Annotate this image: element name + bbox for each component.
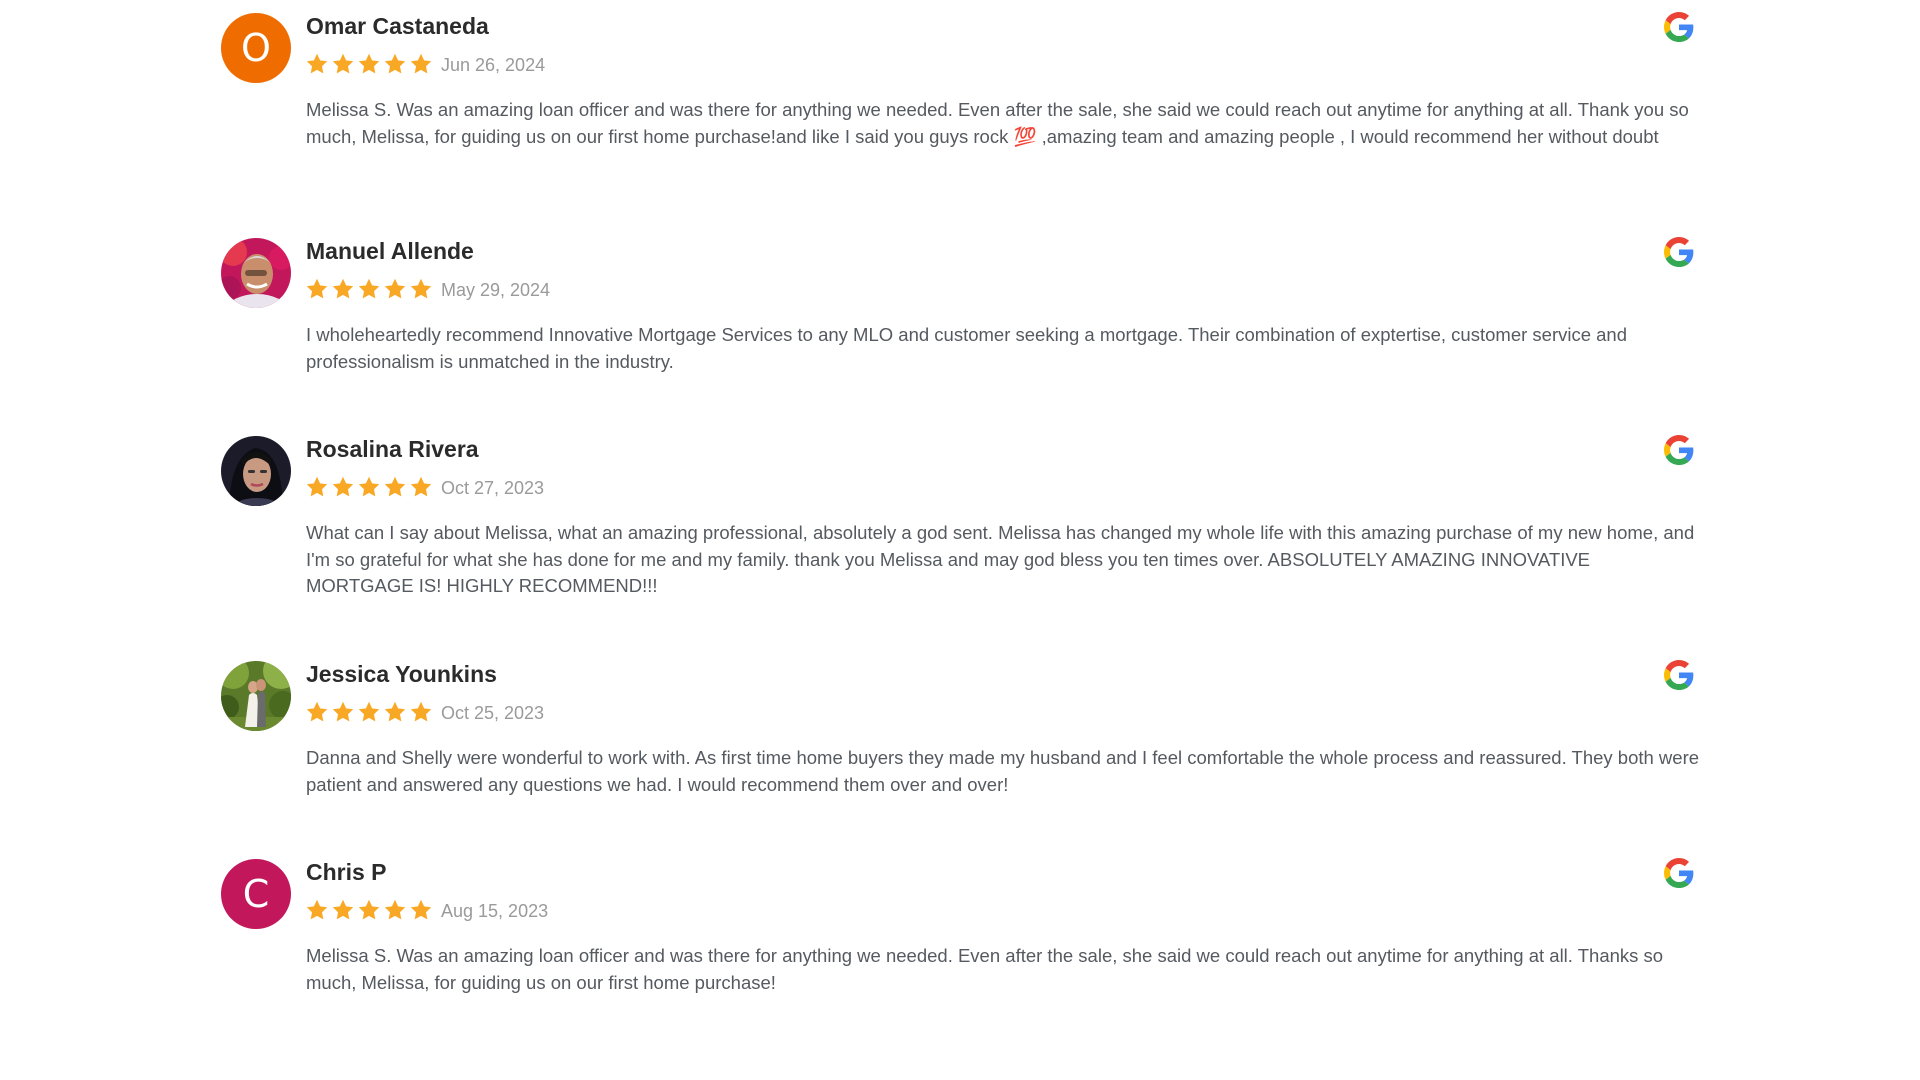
- star-icon: [409, 898, 435, 922]
- avatar-initial: O: [221, 13, 291, 83]
- google-g-icon[interactable]: [1664, 12, 1694, 42]
- avatar-initial-letter: C: [242, 872, 270, 916]
- avatar-photo: [221, 661, 291, 731]
- star-icon: [331, 898, 357, 922]
- google-g-icon[interactable]: [1664, 858, 1694, 888]
- google-g-icon[interactable]: [1664, 435, 1694, 465]
- avatar-photo: [221, 238, 291, 308]
- reviewer-name[interactable]: Chris P: [306, 859, 387, 886]
- star-icon: [305, 52, 331, 76]
- star-icon: [305, 277, 331, 301]
- star-rating: [305, 277, 435, 301]
- star-icon: [357, 700, 383, 724]
- star-icon: [357, 475, 383, 499]
- star-icon: [409, 700, 435, 724]
- star-icon: [383, 898, 409, 922]
- review-text: Melissa S. Was an amazing loan officer a…: [306, 99, 1689, 147]
- reviewer-name[interactable]: Manuel Allende: [306, 238, 474, 265]
- star-icon: [305, 700, 331, 724]
- avatar-photo: [221, 436, 291, 506]
- star-icon: [331, 277, 357, 301]
- google-g-icon[interactable]: [1664, 660, 1694, 690]
- review-text: I wholeheartedly recommend Innovative Mo…: [306, 324, 1628, 372]
- star-icon: [357, 277, 383, 301]
- star-icon: [357, 52, 383, 76]
- star-rating: [305, 52, 435, 76]
- couple-photo-avatar: [221, 661, 291, 731]
- star-rating: [305, 475, 435, 499]
- google-g-icon[interactable]: [1664, 237, 1694, 267]
- star-icon: [331, 52, 357, 76]
- reviewer-name[interactable]: Rosalina Rivera: [306, 436, 479, 463]
- review-date: Jun 26, 2024: [441, 55, 546, 75]
- review-text: Melissa S. Was an amazing loan officer a…: [306, 945, 1664, 993]
- star-icon: [357, 898, 383, 922]
- star-icon: [383, 277, 409, 301]
- star-icon: [383, 52, 409, 76]
- review-date: Oct 27, 2023: [441, 478, 545, 498]
- reviewer-name[interactable]: Omar Castaneda: [306, 13, 489, 40]
- reviews-list: O Omar Castaneda Jun 26, 2024 Melissa S.…: [0, 0, 1920, 1080]
- star-rating: [305, 898, 435, 922]
- avatar-initial: C: [221, 859, 291, 929]
- star-icon: [409, 277, 435, 301]
- star-icon: [305, 898, 331, 922]
- star-icon: [305, 475, 331, 499]
- star-icon: [331, 475, 357, 499]
- woman-photo-avatar: [221, 436, 291, 506]
- star-icon: [383, 475, 409, 499]
- star-icon: [331, 700, 357, 724]
- star-icon: [409, 475, 435, 499]
- star-icon: [383, 700, 409, 724]
- reviewer-name[interactable]: Jessica Younkins: [306, 661, 497, 688]
- avatar-initial-letter: O: [241, 26, 271, 70]
- review-date: May 29, 2024: [441, 280, 551, 300]
- star-icon: [409, 52, 435, 76]
- review-date: Oct 25, 2023: [441, 703, 545, 723]
- review-date: Aug 15, 2023: [441, 901, 549, 921]
- star-rating: [305, 700, 435, 724]
- review-text: What can I say about Melissa, what an am…: [306, 522, 1695, 596]
- review-text: Danna and Shelly were wonderful to work …: [306, 747, 1700, 795]
- man-photo-avatar: [221, 238, 291, 308]
